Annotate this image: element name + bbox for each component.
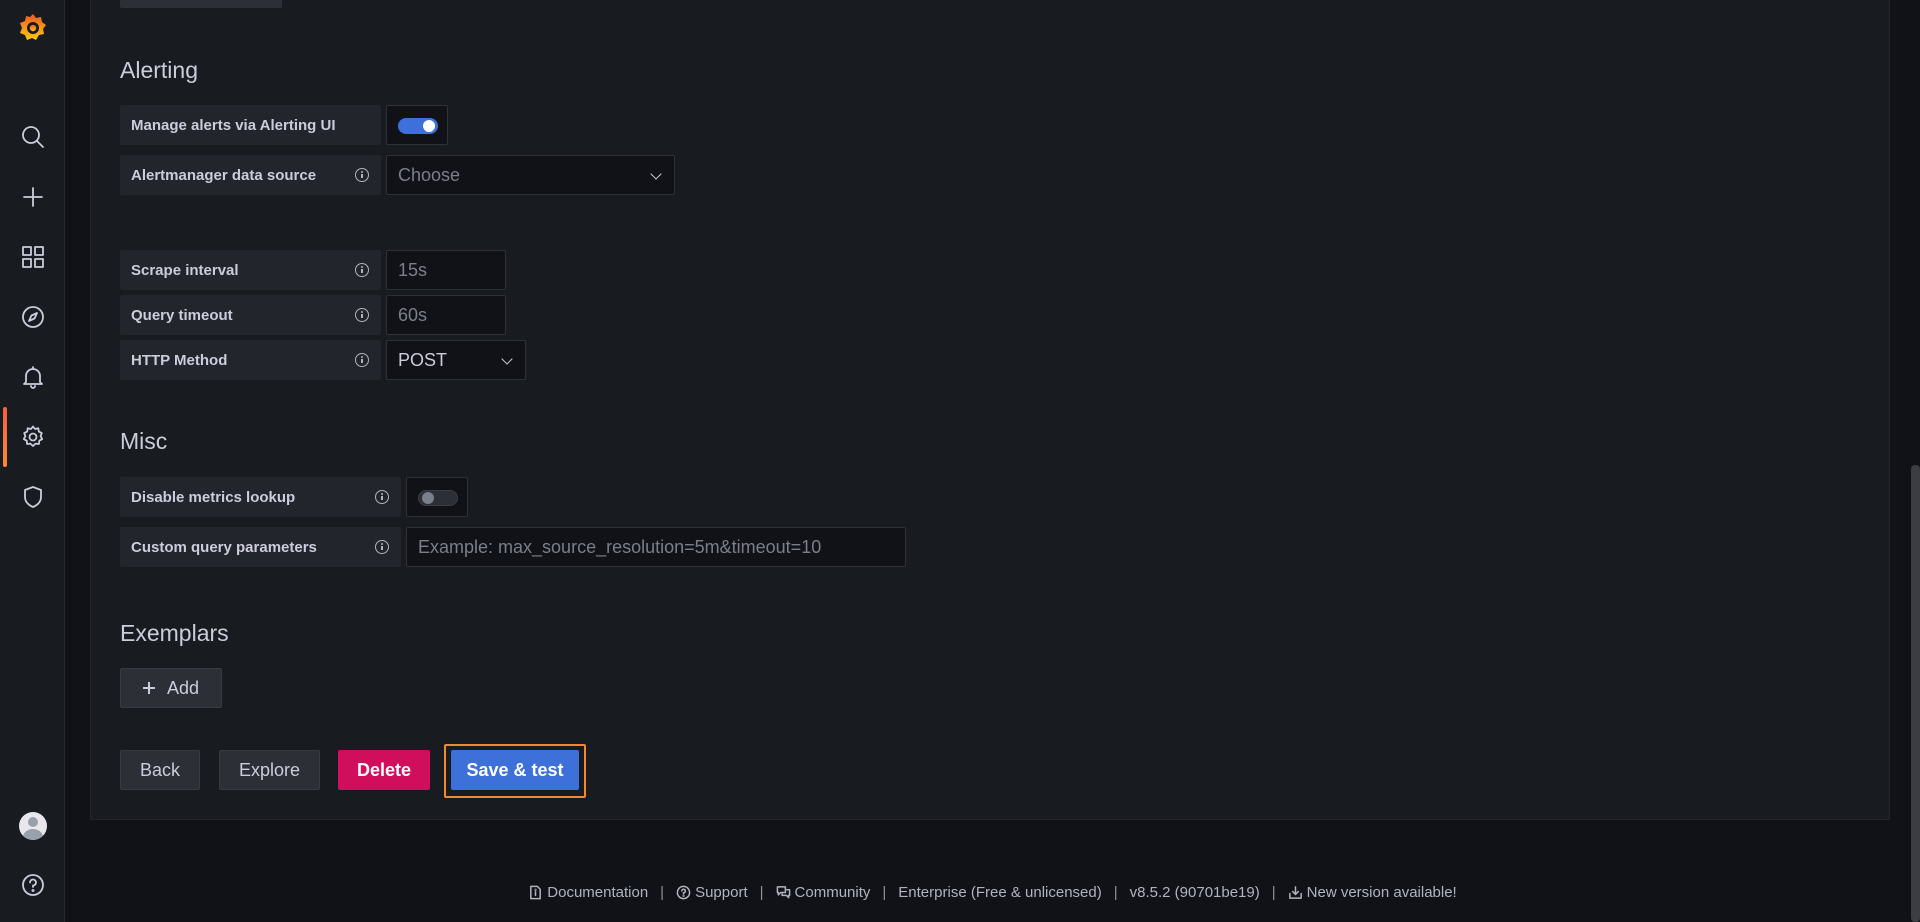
sidebar-item-search[interactable] (0, 117, 65, 157)
document-info-icon (530, 885, 542, 899)
disable-metrics-switch-container (406, 477, 468, 517)
manage-alerts-toggle[interactable] (398, 118, 438, 134)
footer-separator: | (882, 883, 887, 901)
plus-icon (142, 682, 155, 694)
disable-metrics-label: Disable metrics lookup (120, 477, 401, 517)
misc-section-title: Misc (120, 428, 168, 454)
custom-query-label-text: Custom query parameters (131, 538, 317, 556)
plus-icon (22, 187, 43, 207)
bell-icon (22, 366, 43, 389)
http-method-label-text: HTTP Method (131, 351, 228, 369)
explore-button-label: Explore (238, 759, 301, 780)
sidebar-item-dashboards[interactable] (0, 237, 65, 277)
question-circle-icon (676, 885, 691, 899)
info-icon[interactable] (355, 263, 369, 277)
back-button-label: Back (139, 759, 181, 780)
exemplars-section-title: Exemplars (120, 620, 229, 646)
footer-community-text: Community (794, 883, 871, 901)
alertmanager-select[interactable]: Choose (386, 155, 675, 195)
sidebar (0, 0, 65, 922)
apps-icon (21, 246, 44, 268)
alertmanager-label-text: Alertmanager data source (131, 166, 317, 184)
delete-button[interactable]: Delete (338, 750, 430, 790)
alertmanager-select-placeholder: Choose (398, 164, 461, 185)
footer: Documentation | Support | Community | En… (0, 880, 1920, 904)
add-exemplar-button[interactable]: Add (120, 668, 222, 708)
back-button[interactable]: Back (120, 750, 200, 790)
footer-update-link[interactable]: New version available! (1288, 884, 1457, 901)
manage-alerts-switch-container (386, 105, 448, 145)
alerting-section-title: Alerting (120, 57, 198, 83)
delete-button-label: Delete (356, 759, 412, 780)
footer-version: v8.5.2 (90701be19) (1130, 884, 1260, 901)
sidebar-item-alerting[interactable] (0, 357, 65, 397)
info-icon[interactable] (375, 490, 389, 504)
manage-alerts-label-text: Manage alerts via Alerting UI (131, 116, 336, 134)
add-exemplar-label: Add (166, 677, 200, 698)
footer-version-text: v8.5.2 (90701be19) (1129, 883, 1260, 901)
scrape-interval-input[interactable]: 15s (386, 250, 506, 290)
query-timeout-input[interactable]: 60s (386, 295, 506, 335)
chevron-down-icon (650, 168, 662, 180)
footer-support-text: Support (695, 883, 748, 901)
previous-section-button-edge (120, 0, 282, 8)
manage-alerts-label: Manage alerts via Alerting UI (120, 105, 381, 145)
http-method-select[interactable]: POST (386, 340, 526, 380)
custom-query-placeholder: Example: max_source_resolution=5m&timeou… (418, 536, 822, 557)
toggle-knob (423, 120, 435, 132)
save-test-button[interactable]: Save & test (451, 750, 579, 790)
explore-button[interactable]: Explore (219, 750, 320, 790)
alertmanager-label: Alertmanager data source (120, 155, 381, 195)
footer-community-link[interactable]: Community (776, 883, 871, 901)
info-icon[interactable] (375, 540, 389, 554)
info-icon[interactable] (355, 308, 369, 322)
sidebar-item-create[interactable] (0, 177, 65, 217)
compass-icon (21, 306, 44, 328)
footer-documentation-link[interactable]: Documentation (528, 884, 648, 901)
query-timeout-label: Query timeout (120, 295, 381, 335)
custom-query-label: Custom query parameters (120, 527, 401, 567)
info-icon[interactable] (355, 168, 369, 182)
disable-metrics-toggle[interactable] (418, 490, 458, 506)
page-scrollbar[interactable] (1911, 465, 1920, 922)
shield-icon (23, 486, 42, 508)
disable-metrics-label-text: Disable metrics lookup (131, 488, 296, 506)
footer-separator: | (660, 883, 665, 901)
footer-edition[interactable]: Enterprise (Free & unlicensed) (898, 884, 1101, 901)
query-timeout-label-text: Query timeout (131, 306, 233, 324)
http-method-label: HTTP Method (120, 340, 381, 380)
comments-icon (776, 885, 790, 898)
footer-update-text: New version available! (1306, 883, 1457, 901)
sidebar-item-configuration[interactable] (0, 407, 65, 467)
download-icon (1288, 885, 1302, 899)
sidebar-item-explore[interactable] (0, 297, 65, 337)
info-icon[interactable] (355, 353, 369, 367)
footer-separator: | (1271, 883, 1276, 901)
footer-support-link[interactable]: Support (676, 884, 748, 901)
sidebar-item-profile[interactable] (0, 806, 65, 846)
query-timeout-placeholder: 60s (398, 304, 428, 325)
footer-documentation-text: Documentation (547, 883, 649, 901)
avatar (18, 812, 47, 840)
scrape-interval-label: Scrape interval (120, 250, 381, 290)
footer-separator: | (759, 883, 764, 901)
http-method-value: POST (398, 349, 448, 370)
custom-query-input[interactable]: Example: max_source_resolution=5m&timeou… (406, 527, 906, 567)
scrape-interval-placeholder: 15s (398, 259, 428, 280)
footer-separator: | (1113, 883, 1118, 901)
search-icon (21, 126, 44, 148)
gear-icon (22, 425, 43, 447)
grafana-logo[interactable] (0, 8, 65, 48)
scrape-interval-label-text: Scrape interval (131, 261, 239, 279)
footer-edition-text: Enterprise (Free & unlicensed) (898, 883, 1102, 901)
toggle-knob (422, 492, 434, 504)
grafana-logo-icon (19, 14, 46, 40)
save-test-button-label: Save & test (466, 759, 564, 780)
chevron-down-icon (501, 353, 513, 365)
sidebar-item-server-admin[interactable] (0, 477, 65, 517)
